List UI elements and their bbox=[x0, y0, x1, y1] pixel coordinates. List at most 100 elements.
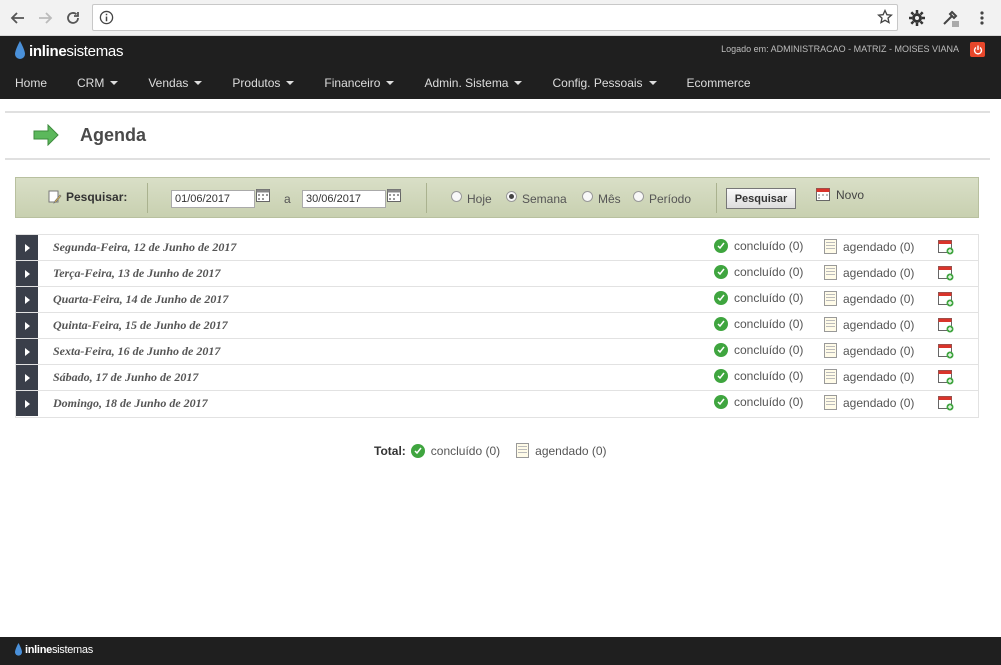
add-appointment-icon[interactable] bbox=[938, 395, 954, 411]
day-label[interactable]: Domingo, 18 de Junho de 2017 bbox=[53, 396, 208, 411]
reload-button[interactable] bbox=[61, 6, 85, 30]
radio-periodo-label[interactable]: Período bbox=[649, 192, 691, 206]
radio-hoje-label[interactable]: Hoje bbox=[467, 192, 492, 206]
radio-periodo[interactable] bbox=[633, 191, 644, 202]
done-status: concluído (0) bbox=[714, 343, 803, 357]
search-pencil-icon bbox=[48, 190, 62, 204]
add-appointment-icon[interactable] bbox=[938, 343, 954, 359]
expand-button[interactable] bbox=[16, 313, 38, 338]
kebab-menu-icon bbox=[980, 11, 984, 25]
calendar-icon[interactable] bbox=[256, 189, 270, 202]
scheduled-count[interactable]: agendado (0) bbox=[843, 396, 914, 410]
menu-crm[interactable]: CRM bbox=[62, 70, 133, 95]
separator bbox=[147, 183, 148, 213]
date-from-input[interactable] bbox=[171, 190, 255, 208]
logo-rest-text: sistemas bbox=[66, 42, 124, 60]
search-bar: Pesquisar: a Hoje Semana Mês Período Pes… bbox=[15, 177, 979, 218]
address-bar[interactable] bbox=[92, 4, 898, 31]
scheduled-count[interactable]: agendado (0) bbox=[843, 370, 914, 384]
menu-financeiro[interactable]: Financeiro bbox=[309, 70, 409, 95]
expand-button[interactable] bbox=[16, 261, 38, 286]
menu-vendas[interactable]: Vendas bbox=[133, 70, 217, 95]
settings-extension[interactable] bbox=[905, 6, 929, 30]
done-status: concluído (0) bbox=[714, 265, 803, 279]
expand-button[interactable] bbox=[16, 287, 38, 312]
divider bbox=[5, 111, 990, 113]
browser-menu-button[interactable] bbox=[970, 6, 994, 30]
date-to-input[interactable] bbox=[302, 190, 386, 208]
divider bbox=[5, 158, 990, 160]
day-label[interactable]: Quinta-Feira, 15 de Junho de 2017 bbox=[53, 318, 228, 333]
day-row: Segunda-Feira, 12 de Junho de 2017 concl… bbox=[16, 235, 978, 261]
scheduled-calendar-icon bbox=[516, 443, 530, 458]
calendar-icon[interactable] bbox=[387, 189, 401, 202]
radio-hoje[interactable] bbox=[451, 191, 462, 202]
menu-produtos[interactable]: Produtos bbox=[217, 70, 309, 95]
logout-button[interactable] bbox=[970, 42, 985, 57]
eyedropper-icon bbox=[943, 10, 959, 27]
triangle-right-icon bbox=[24, 321, 30, 330]
arrow-right-green-icon bbox=[33, 124, 59, 146]
back-button[interactable] bbox=[6, 6, 30, 30]
radio-mes[interactable] bbox=[582, 191, 593, 202]
expand-button[interactable] bbox=[16, 235, 38, 260]
main-menu: Home CRM Vendas Produtos Financeiro Admi… bbox=[0, 70, 766, 95]
forward-button[interactable] bbox=[33, 6, 57, 30]
menu-home[interactable]: Home bbox=[0, 70, 62, 95]
radio-semana[interactable] bbox=[506, 191, 517, 202]
add-appointment-icon[interactable] bbox=[938, 291, 954, 307]
done-count[interactable]: concluído (0) bbox=[734, 395, 803, 409]
scheduled-count[interactable]: agendado (0) bbox=[843, 292, 914, 306]
add-appointment-icon[interactable] bbox=[938, 265, 954, 281]
day-label[interactable]: Sábado, 17 de Junho de 2017 bbox=[53, 370, 198, 385]
scheduled-count[interactable]: agendado (0) bbox=[843, 318, 914, 332]
triangle-right-icon bbox=[24, 269, 30, 278]
menu-ecommerce[interactable]: Ecommerce bbox=[672, 70, 766, 95]
day-label[interactable]: Segunda-Feira, 12 de Junho de 2017 bbox=[53, 240, 236, 255]
info-icon[interactable] bbox=[99, 10, 114, 25]
search-label: Pesquisar: bbox=[48, 190, 127, 204]
triangle-right-icon bbox=[24, 243, 30, 252]
gear-icon bbox=[909, 10, 925, 26]
scheduled-calendar-icon bbox=[824, 239, 837, 254]
done-count[interactable]: concluído (0) bbox=[734, 291, 803, 305]
scheduled-count[interactable]: agendado (0) bbox=[843, 266, 914, 280]
app-logo[interactable]: inlinesistemas bbox=[14, 41, 123, 61]
logo-drop-icon bbox=[15, 643, 22, 656]
done-count[interactable]: concluído (0) bbox=[734, 239, 803, 253]
new-appointment-button[interactable]: Novo bbox=[816, 187, 864, 202]
done-count[interactable]: concluído (0) bbox=[734, 369, 803, 383]
total-summary: Total: concluído (0) agendado (0) bbox=[374, 443, 607, 458]
add-appointment-icon[interactable] bbox=[938, 369, 954, 385]
star-icon[interactable] bbox=[877, 9, 893, 25]
total-label: Total: bbox=[374, 443, 406, 458]
done-count[interactable]: concluído (0) bbox=[734, 265, 803, 279]
footer-logo: inlinesistemas bbox=[14, 643, 93, 657]
expand-button[interactable] bbox=[16, 339, 38, 364]
menu-config-pessoais[interactable]: Config. Pessoais bbox=[537, 70, 671, 95]
footer: inlinesistemas bbox=[0, 637, 1001, 665]
day-label[interactable]: Sexta-Feira, 16 de Junho de 2017 bbox=[53, 344, 220, 359]
menu-admin-sistema[interactable]: Admin. Sistema bbox=[409, 70, 537, 95]
done-count[interactable]: concluído (0) bbox=[734, 317, 803, 331]
check-circle-icon bbox=[714, 395, 728, 409]
day-label[interactable]: Terça-Feira, 13 de Junho de 2017 bbox=[53, 266, 221, 281]
day-label[interactable]: Quarta-Feira, 14 de Junho de 2017 bbox=[53, 292, 228, 307]
expand-button[interactable] bbox=[16, 365, 38, 390]
radio-semana-label[interactable]: Semana bbox=[522, 192, 567, 206]
search-button[interactable]: Pesquisar bbox=[726, 188, 796, 209]
scheduled-count[interactable]: agendado (0) bbox=[843, 344, 914, 358]
expand-button[interactable] bbox=[16, 391, 38, 416]
done-status: concluído (0) bbox=[714, 291, 803, 305]
search-label-text: Pesquisar: bbox=[66, 190, 128, 204]
arrow-right-icon bbox=[39, 12, 53, 24]
menu-label: Ecommerce bbox=[686, 75, 751, 90]
add-appointment-icon[interactable] bbox=[938, 239, 954, 255]
add-appointment-icon[interactable] bbox=[938, 317, 954, 333]
scheduled-status: agendado (0) bbox=[824, 291, 914, 306]
page-title: Agenda bbox=[80, 124, 147, 145]
scheduled-count[interactable]: agendado (0) bbox=[843, 240, 914, 254]
radio-mes-label[interactable]: Mês bbox=[598, 192, 621, 206]
eyedropper-extension[interactable] bbox=[938, 6, 962, 30]
done-count[interactable]: concluído (0) bbox=[734, 343, 803, 357]
